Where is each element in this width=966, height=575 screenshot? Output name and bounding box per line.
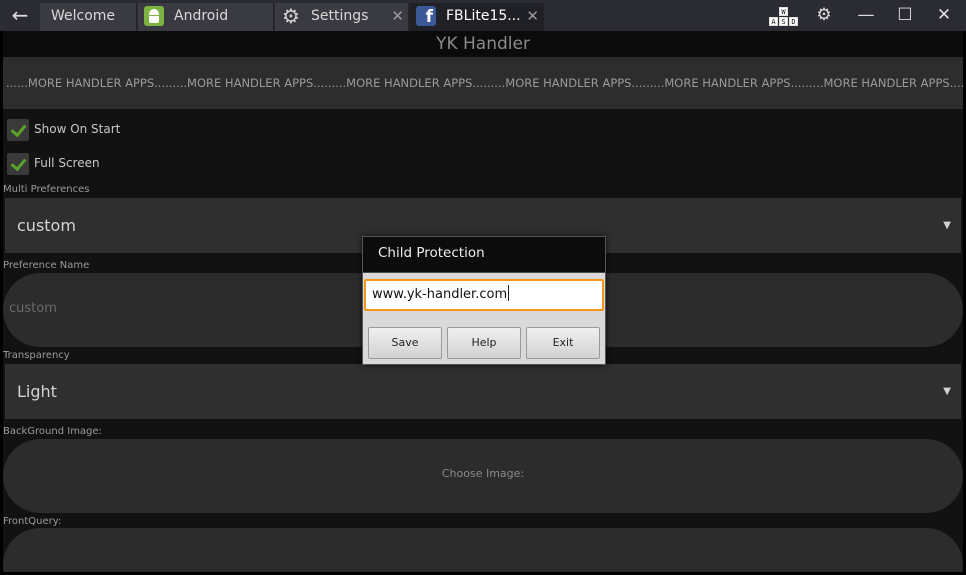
app-title: YK Handler xyxy=(3,31,963,57)
keymap-key-w: W xyxy=(779,7,788,16)
dropdown-arrow-icon: ▼ xyxy=(943,386,951,397)
text-cursor xyxy=(508,285,510,301)
child-protection-dialog: Child Protection www.yk-handler.com Save… xyxy=(362,236,606,365)
checkmark-icon xyxy=(7,119,29,141)
front-query-input[interactable] xyxy=(3,528,963,572)
dialog-actions: Save Help Exit xyxy=(363,321,605,364)
tab-fblite-label: FBLite15... xyxy=(446,8,521,24)
tab-welcome[interactable]: Welcome xyxy=(40,3,137,31)
preference-name-value: custom xyxy=(9,301,57,316)
keymap-icon[interactable]: W A S D xyxy=(768,7,800,27)
tab-bar: ← Welcome Android ⚙ Settings ✕ f FBLite1… xyxy=(0,0,966,31)
facebook-icon: f xyxy=(416,6,436,27)
close-icon[interactable]: ✕ xyxy=(391,3,404,30)
preference-name-label: Preference Name xyxy=(3,260,90,271)
tab-settings-label: Settings xyxy=(311,8,369,24)
background-image-label: BackGround Image: xyxy=(3,426,102,437)
back-arrow-icon[interactable]: ← xyxy=(0,0,40,31)
tab-android[interactable]: Android xyxy=(138,3,274,31)
android-icon xyxy=(144,6,164,26)
tab-android-label: Android xyxy=(174,8,229,24)
close-icon[interactable]: ✕ xyxy=(526,3,539,30)
checkmark-icon xyxy=(7,153,29,175)
tab-settings[interactable]: ⚙ Settings ✕ xyxy=(275,3,409,31)
choose-image-label: Choose Image: xyxy=(441,467,525,480)
keymap-key-s: S xyxy=(779,17,788,26)
exit-button[interactable]: Exit xyxy=(526,327,600,359)
maximize-icon[interactable]: ☐ xyxy=(886,0,924,31)
gear-icon: ⚙ xyxy=(282,4,300,28)
full-screen-label: Full Screen xyxy=(34,156,100,170)
tab-welcome-label: Welcome xyxy=(51,8,116,24)
settings-gear-icon[interactable]: ⚙ xyxy=(805,0,843,31)
multi-preferences-value: custom xyxy=(17,216,76,235)
front-query-label: FrontQuery: xyxy=(3,516,62,527)
window-close-icon[interactable]: ✕ xyxy=(925,0,963,31)
dialog-body: www.yk-handler.com xyxy=(363,273,605,321)
dropdown-arrow-icon: ▼ xyxy=(943,220,951,231)
choose-image-button[interactable]: Choose Image: xyxy=(3,439,963,513)
keymap-key-d: D xyxy=(789,17,798,26)
more-apps-ticker[interactable]: ......MORE HANDLER APPS.........MORE HAN… xyxy=(3,57,963,109)
dialog-title: Child Protection xyxy=(363,237,605,273)
url-input[interactable]: www.yk-handler.com xyxy=(364,279,604,311)
keymap-key-a: A xyxy=(769,17,778,26)
show-on-start-label: Show On Start xyxy=(34,122,121,136)
transparency-dropdown[interactable]: Light ▼ xyxy=(5,364,961,419)
url-input-value: www.yk-handler.com xyxy=(372,287,508,302)
tab-fblite[interactable]: f FBLite15... ✕ xyxy=(410,3,544,31)
minimize-icon[interactable]: — xyxy=(847,0,885,31)
multi-preferences-label: Multi Preferences xyxy=(3,184,90,195)
save-button[interactable]: Save xyxy=(368,327,442,359)
transparency-label: Transparency xyxy=(3,350,70,361)
transparency-value: Light xyxy=(17,382,57,401)
help-button[interactable]: Help xyxy=(447,327,521,359)
